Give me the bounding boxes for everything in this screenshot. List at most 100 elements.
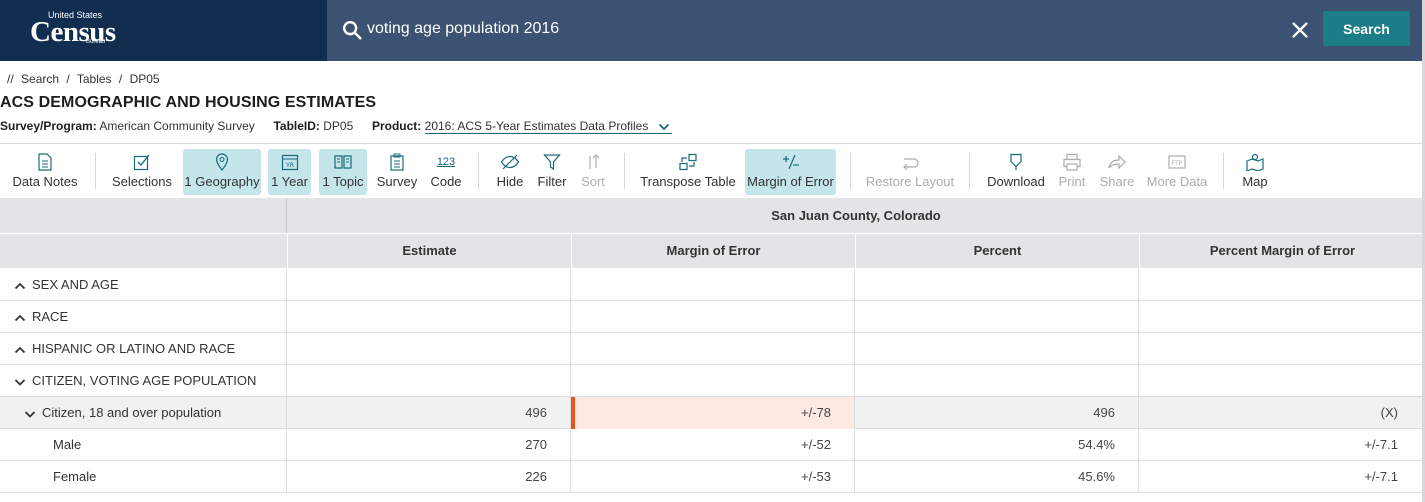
breadcrumb-separator: / (66, 72, 70, 86)
filter-label: Filter (537, 174, 567, 189)
code-icon-text: 123 (436, 156, 456, 168)
row-label[interactable]: RACE (0, 301, 287, 333)
chevron-down-icon (658, 123, 669, 131)
table-row: CITIZEN, VOTING AGE POPULATION (0, 365, 1425, 397)
selections-button[interactable]: Selections (108, 149, 176, 195)
column-header-margin-of-error[interactable]: Margin of Error (571, 234, 855, 269)
product-value: 2016: ACS 5-Year Estimates Data Profiles (424, 119, 649, 133)
survey-label: Survey (376, 174, 418, 189)
top-bar: United States Census Bureau Search (0, 0, 1425, 61)
estimate-cell: 270 (287, 429, 571, 461)
share-button[interactable]: Share (1097, 149, 1137, 195)
map-label: Map (1242, 174, 1268, 189)
estimate-cell (287, 333, 571, 365)
table-row: SEX AND AGE (0, 269, 1425, 301)
selections-label: Selections (112, 174, 172, 189)
margin-of-error-cell (571, 269, 855, 301)
table-row: Female 226 +/-53 45.6% +/-7.1 (0, 461, 1425, 493)
restore-layout-label: Restore Layout (865, 174, 955, 189)
percent-moe-cell (1139, 333, 1425, 365)
column-header-percent-moe[interactable]: Percent Margin of Error (1139, 234, 1425, 269)
column-header-row: Estimate Margin of Error Percent Percent… (0, 233, 1425, 269)
restore-layout-button[interactable]: Restore Layout (866, 149, 954, 195)
data-table: San Juan County, Colorado Estimate Margi… (0, 198, 1425, 502)
geography-label: 1 Geography (184, 174, 260, 189)
table-row: Male 270 +/-52 54.4% +/-7.1 (0, 429, 1425, 461)
row-label-text: HISPANIC OR LATINO AND RACE (32, 341, 236, 356)
product-select[interactable]: 2016: ACS 5-Year Estimates Data Profiles (424, 119, 672, 134)
code-button[interactable]: 123 Code (427, 149, 465, 195)
percent-moe-cell: +/-7.1 (1364, 437, 1398, 452)
row-label[interactable]: Male (0, 429, 287, 461)
print-button[interactable]: Print (1055, 149, 1089, 195)
row-label[interactable]: CITIZEN, VOTING AGE POPULATION (0, 365, 287, 397)
hide-button[interactable]: Hide (492, 149, 528, 195)
census-logo[interactable]: United States Census Bureau (30, 10, 120, 50)
percent-cell: 45.6% (855, 461, 1139, 493)
breadcrumb-item-tables[interactable]: Tables (77, 72, 112, 86)
table-id-label: TableID: (273, 119, 320, 133)
page-title: ACS DEMOGRAPHIC AND HOUSING ESTIMATES (0, 94, 377, 111)
topic-filter-button[interactable]: 1 Topic (319, 149, 367, 195)
estimate-cell (287, 365, 571, 397)
chevron-up-icon[interactable] (14, 344, 26, 356)
percent-cell (855, 269, 1139, 301)
map-icon (1246, 153, 1264, 171)
margin-of-error-cell: +/-53 (571, 461, 855, 493)
eye-slash-icon (500, 154, 520, 170)
row-label-text: Citizen, 18 and over population (42, 405, 222, 420)
filter-button[interactable]: Filter (535, 149, 569, 195)
map-pin-icon (215, 153, 229, 171)
percent-moe-cell (1139, 365, 1425, 397)
percent-moe-cell (1139, 269, 1425, 301)
percent-moe-cell: (X) (1380, 405, 1398, 420)
table-meta: Survey/Program: American Community Surve… (0, 119, 672, 134)
data-notes-button[interactable]: Data Notes (7, 149, 83, 195)
column-header-estimate[interactable]: Estimate (287, 234, 571, 269)
row-label[interactable]: Female (0, 461, 287, 493)
hide-label: Hide (496, 174, 524, 189)
estimate-cell (287, 301, 571, 333)
year-label: 1 Year (271, 174, 308, 189)
geography-header[interactable]: San Juan County, Colorado (287, 198, 1425, 233)
year-filter-button[interactable]: YR 1 Year (268, 149, 311, 195)
percent-cell: 54.4% (855, 429, 1139, 461)
breadcrumb-item-search[interactable]: Search (21, 72, 59, 86)
sort-label: Sort (581, 174, 605, 189)
survey-label: Survey/Program: (0, 119, 97, 133)
chevron-down-icon[interactable] (14, 376, 26, 388)
transpose-table-button[interactable]: Transpose Table (640, 149, 736, 195)
code-icon: 123 (436, 152, 456, 172)
row-label-text: Male (53, 437, 82, 452)
map-button[interactable]: Map (1238, 149, 1272, 195)
column-header-percent[interactable]: Percent (855, 234, 1139, 269)
margin-of-error-button[interactable]: Margin of Error (745, 149, 836, 195)
more-data-button[interactable]: FTP More Data (1145, 149, 1209, 195)
breadcrumb-item-dp05: DP05 (129, 72, 160, 86)
download-label: Download (987, 174, 1045, 189)
survey-button[interactable]: Survey (375, 149, 419, 195)
calendar-icon: YR (281, 154, 298, 171)
row-label[interactable]: Citizen, 18 and over population (0, 397, 287, 429)
margin-of-error-cell: +/-78 (571, 397, 855, 429)
sort-icon (589, 154, 600, 169)
search-bar: Search (327, 0, 1425, 61)
chevron-up-icon[interactable] (14, 280, 26, 292)
sort-button[interactable]: Sort (578, 149, 608, 195)
row-label[interactable]: SEX AND AGE (0, 269, 287, 301)
chevron-up-icon[interactable] (14, 312, 26, 324)
margin-of-error-cell: +/-52 (571, 429, 855, 461)
transpose-icon (679, 153, 697, 171)
row-label[interactable]: HISPANIC OR LATINO AND RACE (0, 333, 287, 365)
close-icon[interactable] (1289, 19, 1311, 41)
chevron-down-icon[interactable] (24, 408, 36, 420)
download-icon (1010, 153, 1022, 170)
svg-text:YR: YR (285, 162, 294, 169)
download-button[interactable]: Download (985, 149, 1047, 195)
svg-text:FTP: FTP (1172, 160, 1183, 167)
estimate-cell: 226 (287, 461, 571, 493)
book-icon (334, 155, 352, 169)
search-input[interactable] (367, 16, 1267, 42)
geography-filter-button[interactable]: 1 Geography (183, 149, 261, 195)
search-button[interactable]: Search (1323, 11, 1410, 46)
